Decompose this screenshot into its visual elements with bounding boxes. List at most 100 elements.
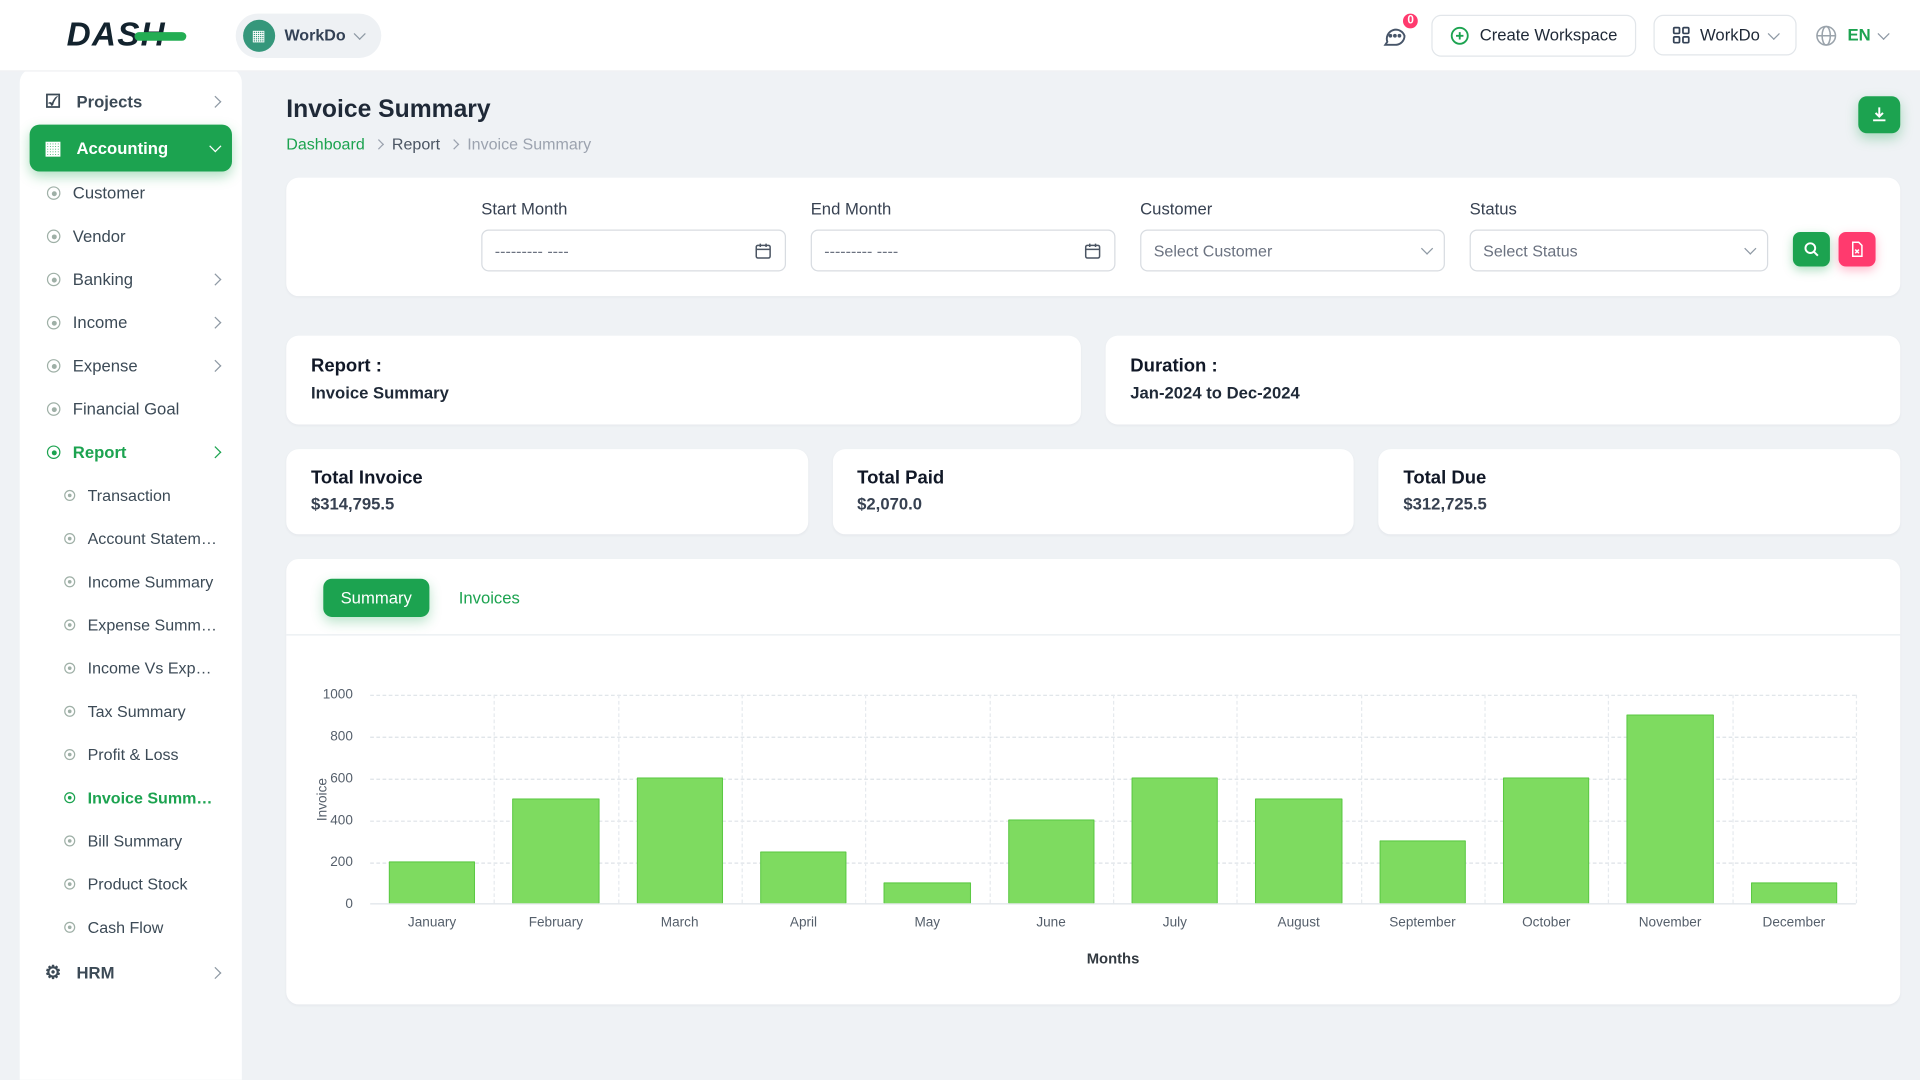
tabs-divider [286,634,1900,635]
bar-slot-november [1608,714,1732,903]
bullet-icon [47,402,61,416]
customer-field: Customer Select Customer [1140,200,1445,272]
sidebar-item-account-statement[interactable]: Account Statement [30,517,232,560]
chevron-right-icon [209,273,221,285]
sidebar-item-accounting[interactable]: ▦Accounting [30,125,232,172]
sidebar-item-income-vs-expense[interactable]: Income Vs Expense [30,647,232,690]
sidebar-item-projects[interactable]: ☑Projects [30,78,232,125]
total-value: $2,070.0 [857,495,1329,514]
bar-november[interactable] [1627,714,1714,903]
x-axis-label-august: August [1237,916,1361,931]
sidebar-item-product-stock[interactable]: Product Stock [30,863,232,906]
language-code: EN [1847,26,1870,45]
sidebar-item-income[interactable]: Income [30,301,232,344]
total-value: $314,795.5 [311,495,783,514]
page-title: Invoice Summary [286,96,591,124]
chevron-right-icon [209,95,221,107]
sidebar-item-banking[interactable]: Banking [30,258,232,301]
report-card: Report : Invoice Summary [286,336,1081,425]
x-axis-label-may: May [865,916,989,931]
sidebar-item-tax-summary[interactable]: Tax Summary [30,690,232,733]
sidebar-item-expense[interactable]: Expense [30,344,232,387]
bar-august[interactable] [1255,798,1342,903]
globe-icon [1814,23,1839,48]
tab-summary[interactable]: Summary [323,579,429,617]
breadcrumb-item-invoice-summary: Invoice Summary [467,134,591,153]
bullet-icon [64,922,75,933]
chevron-down-icon [354,27,366,39]
sidebar-item-income-summary[interactable]: Income Summary [30,560,232,603]
chevron-down-icon [1421,243,1433,255]
end-month-field: End Month --------- ---- [811,200,1116,272]
bar-january[interactable] [389,861,476,903]
tab-invoices[interactable]: Invoices [441,579,537,617]
total-label: Total Paid [857,468,1329,489]
language-selector[interactable]: EN [1814,23,1888,48]
duration-value: Jan-2024 to Dec-2024 [1130,384,1875,403]
sidebar-item-expense-summary[interactable]: Expense Summary [30,603,232,646]
sidebar-item-invoice-summary[interactable]: Invoice Summary [30,776,232,819]
workspace-dropdown-button[interactable]: WorkDo [1653,15,1797,56]
y-axis-tick-label: 400 [330,813,353,828]
sidebar-item-cash-flow[interactable]: Cash Flow [30,906,232,949]
bar-october[interactable] [1503,777,1590,903]
messages-button[interactable]: 0 [1375,15,1414,54]
bar-december[interactable] [1751,882,1838,903]
breadcrumb-item-report[interactable]: Report [392,134,440,153]
bullet-icon [64,490,75,501]
x-axis-label-june: June [989,916,1113,931]
download-report-button[interactable] [1858,96,1900,133]
bar-april[interactable] [760,851,847,903]
status-field: Status Select Status [1470,200,1769,272]
bar-march[interactable] [636,777,723,903]
workspace-switcher-pill[interactable]: ▦ WorkDo [235,13,381,57]
sidebar-item-bill-summary[interactable]: Bill Summary [30,819,232,862]
create-workspace-button[interactable]: Create Workspace [1432,14,1636,56]
sidebar-item-profit-loss[interactable]: Profit & Loss [30,733,232,776]
sidebar-item-hrm[interactable]: ⚙HRM [30,949,232,996]
bar-february[interactable] [513,798,600,903]
sidebar-item-vendor[interactable]: Vendor [30,215,232,258]
status-select[interactable]: Select Status [1470,230,1769,272]
bar-september[interactable] [1379,840,1466,903]
end-month-label: End Month [811,200,1116,219]
filter-panel: Start Month --------- ---- End Month ---… [286,178,1900,296]
bar-may[interactable] [884,882,971,903]
customer-selected-value: Select Customer [1154,241,1273,260]
bullet-icon [47,186,61,200]
breadcrumb-item-dashboard[interactable]: Dashboard [286,134,364,153]
tasks-icon: ☑ [42,90,64,112]
total-card-total-paid: Total Paid $2,070.0 [832,449,1354,534]
y-axis-title: Invoice [301,695,344,904]
bullet-icon [64,879,75,890]
sidebar-item-report[interactable]: Report [30,431,232,474]
sidebar-item-customer[interactable]: Customer [30,172,232,215]
bar-slot-january [370,861,494,903]
x-axis-label-march: March [618,916,742,931]
total-card-total-invoice: Total Invoice$314,795.5 [286,449,808,534]
chevron-right-icon [209,966,221,978]
chart-bars [370,695,1856,904]
apply-filter-button[interactable] [1793,232,1830,267]
bar-june[interactable] [1008,819,1095,903]
bullet-icon [64,706,75,717]
sidebar-item-transaction[interactable]: Transaction [30,474,232,517]
customer-select[interactable]: Select Customer [1140,230,1445,272]
chevron-right-icon [209,446,221,458]
x-axis-label-october: October [1484,916,1608,931]
sidebar-item-financial-goal[interactable]: Financial Goal [30,387,232,430]
app-logo[interactable]: DASH [67,16,166,54]
x-axis-label-july: July [1113,916,1237,931]
invoice-bar-chart: Invoice 02004006008001000 [370,695,1856,905]
reset-filter-button[interactable] [1839,232,1876,267]
bullet-icon [47,273,61,287]
bar-july[interactable] [1132,777,1219,903]
end-month-input[interactable]: --------- ---- [811,230,1116,272]
y-axis-tick-label: 200 [330,855,353,870]
breadcrumb-separator-icon [448,139,458,149]
start-month-input[interactable]: --------- ---- [481,230,786,272]
grid-icon [1672,26,1691,45]
bar-slot-september [1361,840,1485,903]
end-month-value: --------- ---- [824,241,898,260]
sidebar-item-label: Income Summary [88,573,220,592]
